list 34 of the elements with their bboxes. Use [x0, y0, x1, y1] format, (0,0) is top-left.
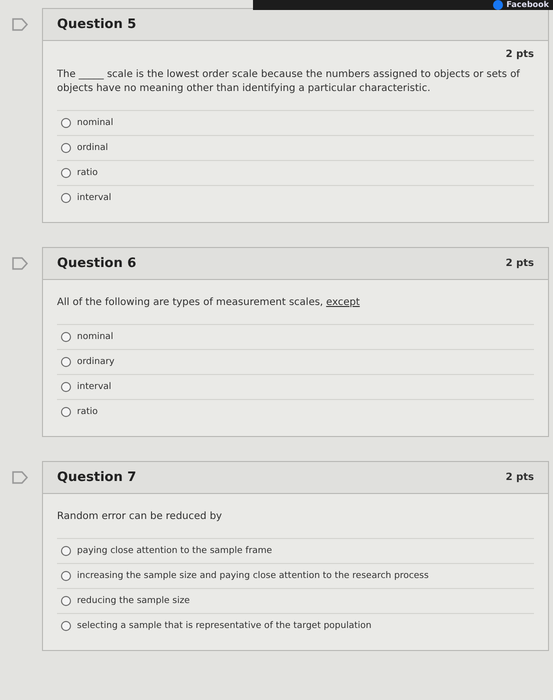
answer-option[interactable]: ratio	[57, 399, 534, 424]
points-label: 2 pts	[506, 258, 534, 269]
question-text: The _____ scale is the lowest order scale because the numbers assigned to objects or sets of objects have no meaning other than identifying a particular characteristic.	[57, 68, 521, 96]
question-title: Question 6	[57, 256, 136, 271]
radio-button[interactable]	[61, 357, 71, 367]
radio-button[interactable]	[61, 118, 71, 128]
radio-button[interactable]	[61, 596, 71, 606]
question-text: Random error can be reduced by	[57, 510, 223, 524]
answer-option[interactable]: nominal	[57, 324, 534, 349]
answer-option[interactable]: ratio	[57, 160, 534, 185]
radio-button[interactable]	[61, 621, 71, 631]
radio-button[interactable]	[61, 193, 71, 203]
radio-button[interactable]	[61, 143, 71, 153]
radio-button[interactable]	[61, 168, 71, 178]
answer-option[interactable]: increasing the sample size and paying close attention to the research process	[57, 563, 534, 588]
question-title: Question 7	[57, 470, 136, 485]
answer-option[interactable]: selecting a sample that is representative of the target population	[57, 613, 534, 638]
answer-option[interactable]: ordinal	[57, 135, 534, 160]
points-label: 2 pts	[506, 49, 534, 60]
answer-option[interactable]: ordinary	[57, 349, 534, 374]
answer-option[interactable]: nominal	[57, 110, 534, 135]
radio-button[interactable]	[61, 332, 71, 342]
top-bar-label[interactable]: Facebook	[506, 0, 549, 10]
points-label: 2 pts	[506, 472, 534, 483]
radio-button[interactable]	[61, 571, 71, 581]
radio-button[interactable]	[61, 546, 71, 556]
radio-button[interactable]	[61, 382, 71, 392]
question-title: Question 5	[57, 17, 136, 32]
answer-option[interactable]: paying close attention to the sample frame	[57, 538, 534, 563]
answer-option[interactable]: interval	[57, 374, 534, 399]
answer-option[interactable]: reducing the sample size	[57, 588, 534, 613]
radio-button[interactable]	[61, 407, 71, 417]
answer-option[interactable]: interval	[57, 185, 534, 210]
question-text: All of the following are types of measurement scales, except	[57, 296, 361, 310]
